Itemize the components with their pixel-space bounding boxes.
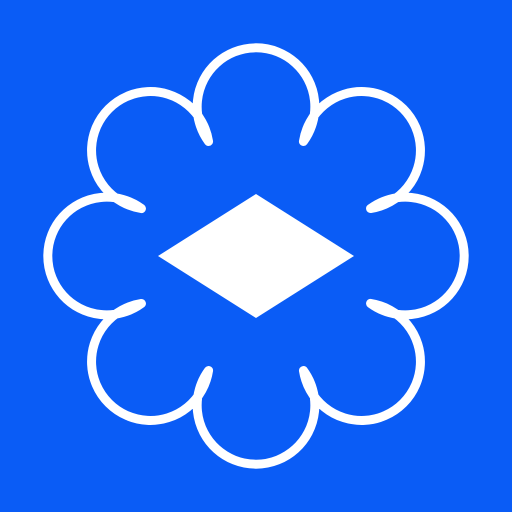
scalloped-badge-diamond-icon xyxy=(0,0,512,512)
app-icon-canvas xyxy=(0,0,512,512)
